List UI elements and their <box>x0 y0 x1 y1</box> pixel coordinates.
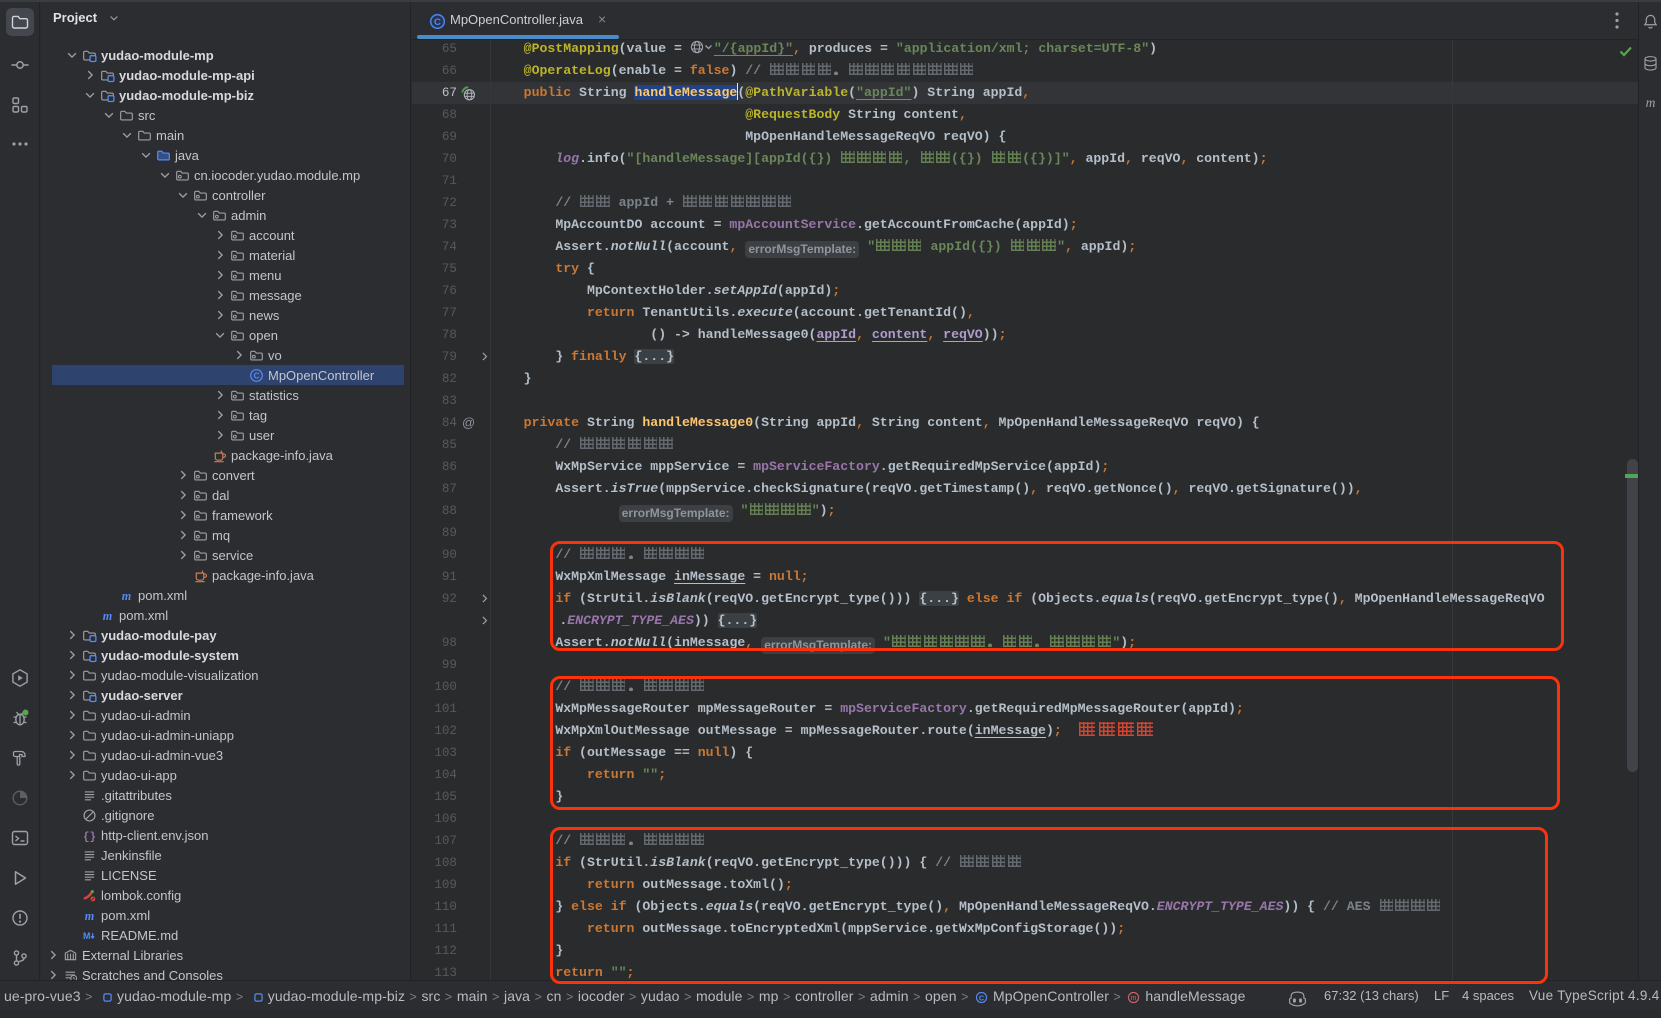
svg-text:m: m <box>1131 995 1137 1002</box>
svg-text:m: m <box>85 909 94 923</box>
svg-text:C: C <box>979 993 985 1002</box>
svg-text:m: m <box>1646 95 1656 110</box>
svg-text:m: m <box>103 609 112 623</box>
svg-text:m: m <box>122 589 131 603</box>
svg-text:C: C <box>253 371 259 381</box>
svg-text:{}: {} <box>83 831 96 843</box>
svg-text:M: M <box>83 931 90 941</box>
svg-text:C: C <box>434 17 441 28</box>
